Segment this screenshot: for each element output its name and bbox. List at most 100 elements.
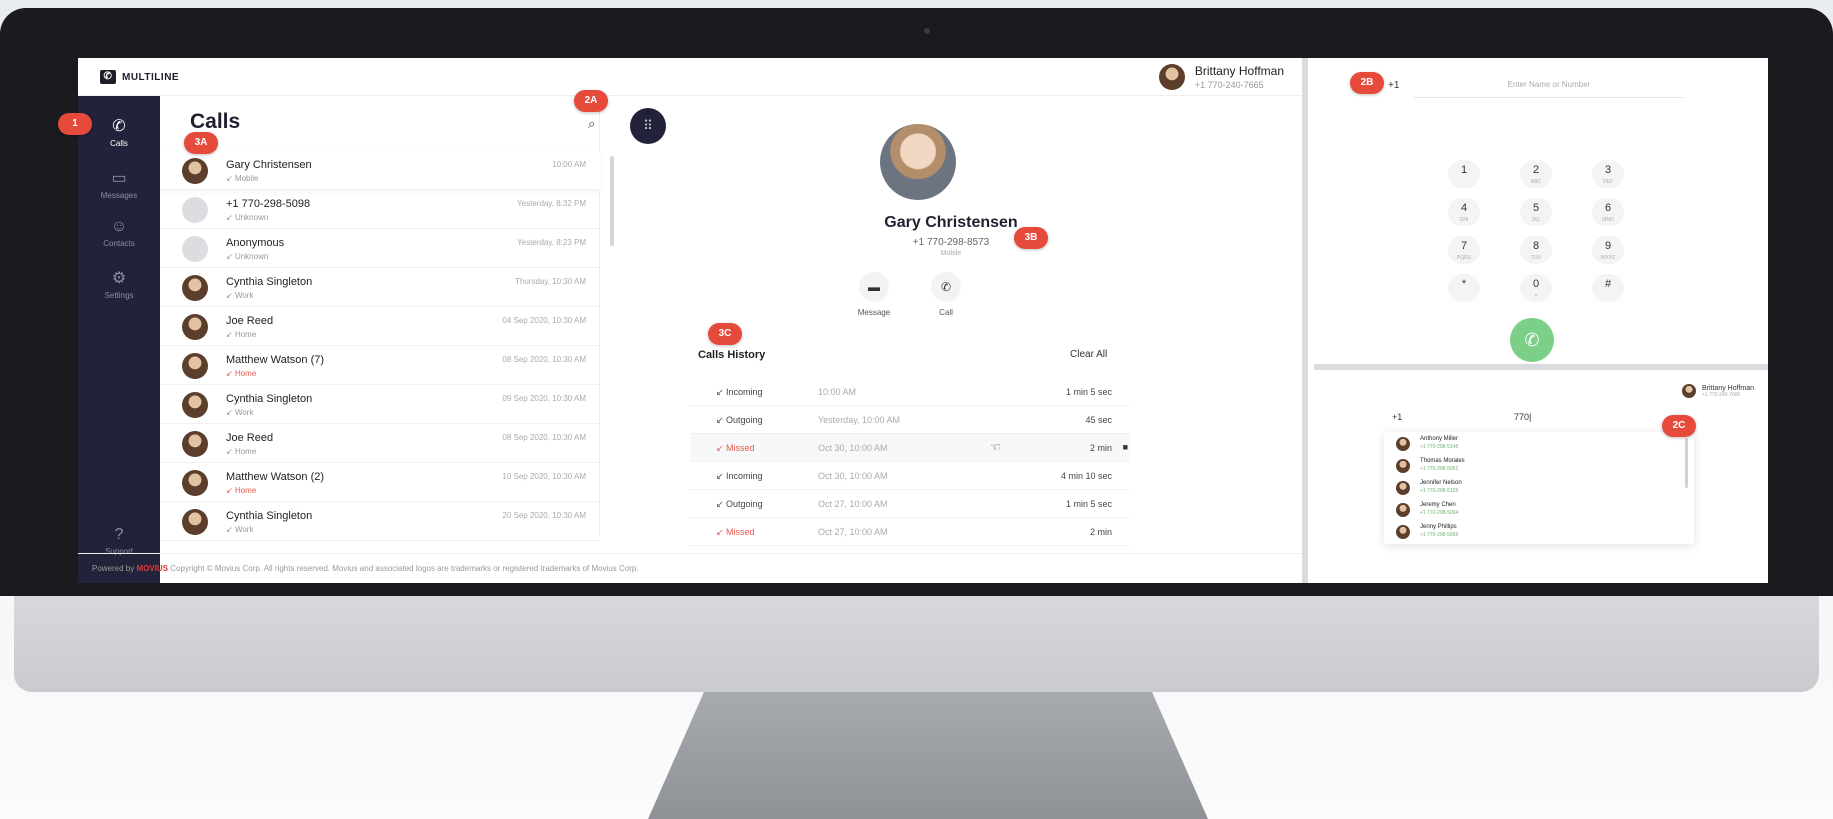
monitor-bezel: ✆ MULTILINE Brittany Hoffman +1 770-240-… [0,8,1833,596]
camera-dot [924,28,930,34]
keypad-key[interactable]: * [1448,274,1480,302]
history-type-label: Incoming [726,387,763,397]
dialer-input[interactable]: Enter Name or Number [1414,72,1684,98]
caller-avatar [182,470,208,496]
calls-list: Gary Christensen ↙ Mobile 10:00 AM +1 770-2… [160,151,600,541]
history-row[interactable]: ↙ Outgoing Yesterday, 10:00 AM 45 sec [690,406,1130,434]
keypad-letters: PQRS [1456,255,1472,261]
suggestion-item[interactable]: Thomas Morales +1 770-298-5051 [1384,454,1694,476]
history-type-label: Missed [726,443,755,453]
call-time: Thursday, 10:30 AM [515,277,586,286]
call-history-list: ↙ Incoming 10:00 AM 1 min 5 sec ↙ Outgoing Y… [690,378,1130,546]
search-icon[interactable]: ⌕ [588,116,595,132]
caller-avatar [182,275,208,301]
nav-item-settings[interactable]: ⚙ Settings [78,268,160,300]
caller-name: Cynthia Singleton [226,276,313,288]
call-list-item[interactable]: Matthew Watson (2) ↙ Home 10 Sep 2020, 10:… [160,463,600,502]
nav-item-messages[interactable]: ▭ Messages [78,168,160,200]
suggestion-item[interactable]: Anthony Miller +1 770-298-5145 [1384,432,1694,454]
suggestion-phone: +1 770-298-5051 [1420,466,1459,472]
call-list-item[interactable]: Anonymous ↙ Unknown Yesterday, 8:23 PM [160,229,600,268]
history-date: Oct 27, 10:00 AM [818,499,888,509]
left-nav: ✆ Calls ▭ Messages ☺ Contacts ⚙ Settings… [78,96,160,583]
suggestion-dropdown: Anthony Miller +1 770-298-5145 Thomas Mora… [1384,432,1694,544]
call-button[interactable]: ✆ Call [916,272,976,317]
keypad-key[interactable]: 0 + [1520,274,1552,302]
top-bar: ✆ MULTILINE Brittany Hoffman +1 770-240-… [78,58,1302,96]
dial-call-button[interactable]: ✆ [1510,318,1554,362]
history-duration: 4 min 10 sec [1060,471,1112,481]
keypad-key[interactable]: 8 TUV [1520,236,1552,264]
keypad-digit: 0 [1532,278,1540,290]
caller-type-label: Home [234,486,257,495]
suggestion-name: Anthony Miller [1420,436,1459,442]
suggestion-item[interactable]: Jenny Phillips +1 770-298-5009 [1384,520,1694,542]
caller-type-label: Unknown [234,213,269,222]
mini-user-avatar [1681,384,1696,398]
keypad-key[interactable]: # [1592,274,1624,302]
keypad-digit: 6 [1604,202,1612,214]
history-duration: 2 min [1089,527,1112,537]
user-profile[interactable]: Brittany Hoffman +1 770-240-7665 [1158,64,1284,90]
caller-avatar [182,392,208,418]
logo-text: MULTILINE [122,71,180,83]
call-time: 20 Sep 2020, 10:30 AM [502,511,586,520]
call-list-item[interactable]: Cynthia Singleton ↙ Work 09 Sep 2020, 10:3… [160,385,600,424]
clear-all-button[interactable]: Clear All [1070,349,1107,360]
keypad-digit: 4 [1460,202,1468,214]
keypad-key[interactable]: 6 MNO [1592,198,1624,226]
call-direction-icon: ↙ [226,369,235,378]
message-button[interactable]: ▬ Message [844,272,904,317]
suggestion-phone: +1 770-298-5145 [1420,444,1459,450]
contact-number: +1 770-298-8573 [912,237,990,248]
contacts-icon: ☺ [110,218,128,235]
history-row[interactable]: ↙ Outgoing Oct 27, 10:00 AM 1 min 5 sec [690,490,1130,518]
suggestion-name: Jennifer Nelson [1420,480,1462,486]
suggestion-item[interactable]: Jeremy Chen +1 770-298-5004 [1384,498,1694,520]
keypad-key[interactable]: 4 GHI [1448,198,1480,226]
keypad-key[interactable]: 2 ABC [1520,160,1552,188]
history-date: 10:00 AM [818,387,857,397]
suggestion-phone: +1 770-298-5004 [1420,510,1459,516]
call-list-item[interactable]: Matthew Watson (7) ↙ Home 08 Sep 2020, 10:… [160,346,600,385]
history-type: ↙ Missed [716,527,755,538]
keypad-digit: * [1461,278,1467,290]
caller-type: ↙ Unknown [226,213,268,222]
suggestion-avatar [1396,437,1410,451]
keypad-key[interactable]: 5 JKL [1520,198,1552,226]
dialer-country-code[interactable]: +1 [1388,80,1399,91]
suggestion-avatar [1396,459,1410,473]
phone-icon: ✆ [931,272,961,302]
call-list-item[interactable]: +1 770-298-5098 ↙ Unknown Yesterday, 8:32 … [160,190,600,229]
call-time: 08 Sep 2020, 10:30 AM [502,433,586,442]
caller-name: Cynthia Singleton [226,510,313,522]
history-row[interactable]: ↙ Incoming Oct 30, 10:00 AM 4 min 10 sec [690,462,1130,490]
contact-name: Gary Christensen [884,214,1018,231]
suggestion-item[interactable]: Jennifer Nelson +1 770-298-5125 [1384,476,1694,498]
call-list-item[interactable]: Joe Reed ↙ Home 04 Sep 2020, 10:30 AM [160,307,600,346]
mini-search-input[interactable]: 770| [1514,412,1531,422]
nav-item-support[interactable]: ? Support [78,526,160,556]
call-list-item[interactable]: Joe Reed ↙ Home 08 Sep 2020, 10:30 AM [160,424,600,463]
history-row[interactable]: ↙ Missed Oct 30, 10:00 AM 2 min ☜ ■ [690,434,1130,462]
mini-country-code[interactable]: +1 [1392,412,1402,422]
history-duration: 2 min [1089,443,1112,453]
keypad-key[interactable]: 3 DEF [1592,160,1624,188]
keypad-letters: MNO [1602,217,1614,223]
call-list-item[interactable]: Cynthia Singleton ↙ Work Thursday, 10:30 A… [160,268,600,307]
keypad-key[interactable]: 1 [1448,160,1480,188]
caller-name: Cynthia Singleton [226,393,313,405]
nav-item-contacts[interactable]: ☺ Contacts [78,218,160,248]
keypad-key[interactable]: 9 WXYZ [1592,236,1624,264]
history-type: ↙ Incoming [716,471,763,482]
keypad-key[interactable]: 7 PQRS [1448,236,1480,264]
history-type: ↙ Incoming [716,387,763,398]
trash-icon[interactable]: ■ [1123,442,1128,452]
history-row[interactable]: ↙ Missed Oct 27, 10:00 AM 2 min [690,518,1130,546]
history-type-label: Outgoing [726,415,763,425]
page-title: Calls [190,110,241,133]
call-list-item[interactable]: Cynthia Singleton ↙ Work 20 Sep 2020, 10:3… [160,502,600,541]
history-row[interactable]: ↙ Incoming 10:00 AM 1 min 5 sec [690,378,1130,406]
caller-avatar [182,158,208,184]
call-list-item[interactable]: Gary Christensen ↙ Mobile 10:00 AM [160,151,600,190]
